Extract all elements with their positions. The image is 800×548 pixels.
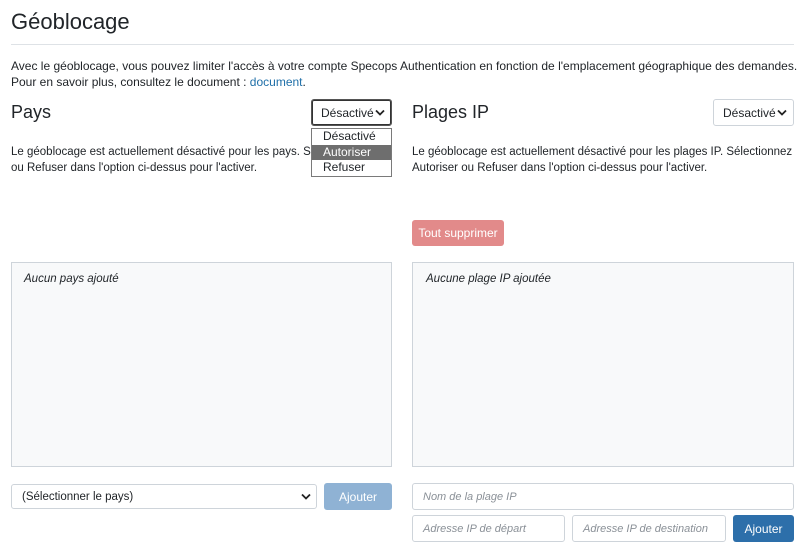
title-divider [11,44,794,45]
intro-text: Avec le géoblocage, vous pouvez limiter … [11,58,797,90]
ip-ranges-mode-select[interactable]: Désactivé [713,99,794,126]
countries-mode-value: Désactivé [321,105,374,120]
add-country-button[interactable]: Ajouter [324,483,392,510]
intro-line-1: Avec le géoblocage, vous pouvez limiter … [11,59,798,73]
intro-line-2-prefix: Pour en savoir plus, consultez le docume… [11,75,250,89]
dropdown-option-allow[interactable]: Autoriser [312,144,391,160]
dropdown-option-deny[interactable]: Refuser [312,160,391,176]
ip-start-input[interactable]: Adresse IP de départ [412,515,565,542]
page-title: Géoblocage [11,9,130,34]
dropdown-option-disabled[interactable]: Désactivé [312,129,391,145]
documentation-link[interactable]: document [250,75,303,89]
chevron-down-icon [301,493,311,500]
intro-line-2-suffix: . [302,75,306,89]
ip-ranges-mode-value: Désactivé [723,105,776,120]
intro-line-2: Pour en savoir plus, consultez le docume… [11,74,797,90]
ip-ranges-note-line-2: Autoriser ou Refuser dans l'option ci-de… [412,162,708,174]
ip-ranges-list-panel [412,262,794,467]
countries-list-panel [11,262,392,467]
chevron-down-icon [375,109,385,116]
chevron-down-icon [777,109,787,116]
ip-end-input[interactable]: Adresse IP de destination [572,515,726,542]
countries-title: Pays [11,102,52,122]
country-select-value: (Sélectionner le pays) [22,490,134,503]
ip-ranges-note-line-1: Le géoblocage est actuellement désactivé… [412,146,793,158]
countries-mode-dropdown: Désactivé Autoriser Refuser [311,128,392,177]
ip-ranges-title: Plages IP [412,102,490,122]
countries-mode-select[interactable]: Désactivé [311,99,392,126]
country-select[interactable]: (Sélectionner le pays) [11,484,317,509]
delete-all-button[interactable]: Tout supprimer [412,220,504,246]
add-ip-range-button[interactable]: Ajouter [733,515,794,542]
ip-ranges-note: Le géoblocage est actuellement désactivé… [412,144,796,176]
countries-empty-text: Aucun pays ajouté [24,273,119,285]
countries-note-line-2: ou Refuser dans l'option ci-dessus pour … [11,162,258,174]
countries-note-line-1: Le géoblocage est actuellement désactivé… [11,146,311,158]
countries-note: Le géoblocage est actuellement désactivé… [11,144,311,176]
ip-ranges-empty-text: Aucune plage IP ajoutée [426,273,551,285]
ip-range-name-input[interactable]: Nom de la plage IP [412,483,794,510]
